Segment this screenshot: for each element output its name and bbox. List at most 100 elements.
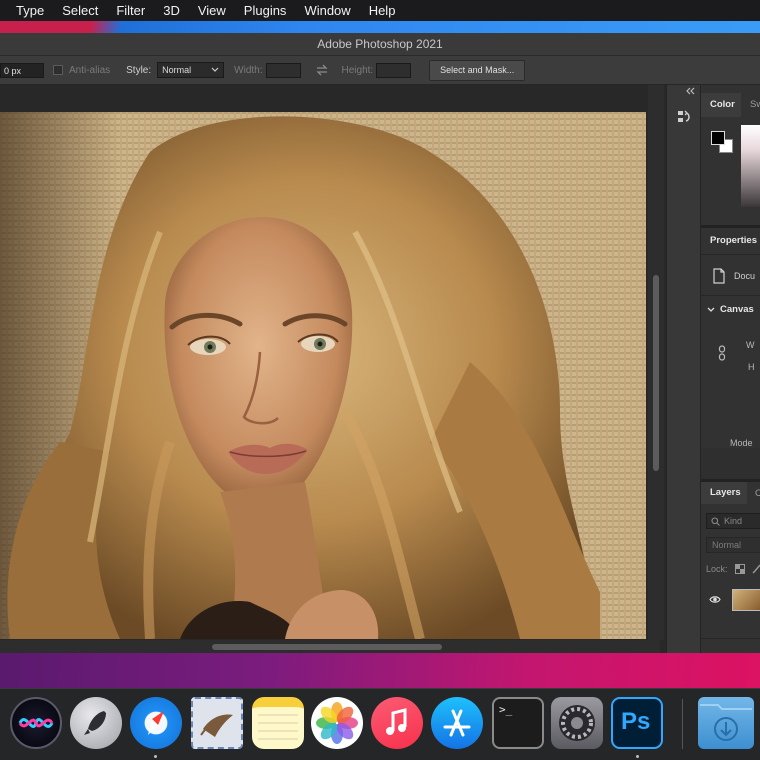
rocket-icon: [84, 711, 106, 735]
window-title: Adobe Photoshop 2021: [317, 37, 443, 51]
dock: >_ Ps: [0, 688, 760, 760]
anti-alias-checkbox[interactable]: [53, 65, 63, 75]
tab-channels[interactable]: C: [755, 488, 760, 499]
menu-window[interactable]: Window: [295, 0, 359, 21]
window-titlebar[interactable]: Adobe Photoshop 2021: [0, 33, 760, 56]
feather-input[interactable]: 0 px: [0, 62, 44, 78]
tab-properties[interactable]: Properties: [710, 235, 757, 246]
chevron-down-icon: [211, 67, 219, 72]
dock-mail[interactable]: [191, 697, 243, 749]
tab-color-label: Color: [710, 99, 735, 110]
dock-launchpad[interactable]: [70, 697, 122, 749]
dock-notes[interactable]: [252, 697, 304, 749]
right-panels: Color Sw Properties Docu Canvas W H Mode…: [700, 85, 760, 653]
canvas-width-label: W: [746, 340, 755, 350]
search-icon: [711, 517, 720, 526]
collapsed-panel-dock: [666, 85, 700, 653]
dock-system-preferences[interactable]: [551, 697, 603, 749]
download-arrow-icon: [700, 704, 752, 741]
tab-color[interactable]: Color: [701, 93, 741, 117]
menubar: Type Select Filter 3D View Plugins Windo…: [0, 0, 760, 21]
chevron-down-icon[interactable]: [707, 307, 715, 313]
dock-music[interactable]: [371, 697, 423, 749]
menu-filter[interactable]: Filter: [107, 0, 154, 21]
dock-photos[interactable]: [311, 697, 363, 749]
terminal-prompt-icon: >_: [499, 703, 513, 716]
mode-label: Mode: [730, 438, 753, 448]
menu-plugins[interactable]: Plugins: [235, 0, 296, 21]
tab-layers-label: Layers: [710, 487, 741, 498]
menu-3d[interactable]: 3D: [154, 0, 189, 21]
horizontal-scroll-thumb[interactable]: [212, 644, 442, 650]
dock-photoshop[interactable]: Ps: [611, 697, 663, 749]
document-canvas[interactable]: [0, 112, 646, 639]
canvas-height-label: H: [748, 362, 755, 372]
height-input[interactable]: [376, 62, 412, 78]
layer-thumbnail: [732, 589, 760, 611]
portrait-photo: [0, 112, 646, 639]
lock-brush-icon[interactable]: [752, 564, 760, 574]
layer-filter-input[interactable]: Kind: [706, 513, 760, 529]
style-select[interactable]: Normal: [157, 62, 225, 78]
link-icon[interactable]: [718, 345, 726, 361]
menu-type[interactable]: Type: [0, 0, 53, 21]
siri-icon: [18, 718, 54, 728]
screen: Type Select Filter 3D View Plugins Windo…: [0, 0, 760, 760]
lock-label: Lock:: [706, 564, 728, 574]
properties-panel: Properties Docu Canvas W H Mode: [701, 228, 760, 448]
tab-layers[interactable]: Layers: [701, 482, 747, 504]
foreground-color-swatch-top: [711, 131, 725, 145]
document-workarea: [0, 85, 666, 653]
stamp-bird-icon: [200, 714, 233, 737]
vertical-scroll-thumb[interactable]: [653, 275, 659, 471]
height-label: Height:: [341, 64, 374, 76]
photoshop-window: Adobe Photoshop 2021 0 px Anti-alias Sty…: [0, 33, 760, 653]
menu-help[interactable]: Help: [360, 0, 405, 21]
canvas-section-title[interactable]: Canvas: [720, 304, 754, 315]
dock-app-store[interactable]: [431, 697, 483, 749]
layer-filter-placeholder: Kind: [724, 516, 743, 526]
dock-terminal[interactable]: >_: [492, 697, 544, 749]
dock-safari[interactable]: [130, 697, 182, 749]
divider: [701, 254, 760, 255]
app-store-icon: [443, 709, 471, 737]
gear-icon: [559, 705, 595, 741]
color-panel: Color Sw: [701, 85, 760, 225]
history-icon[interactable]: [676, 109, 692, 125]
blend-mode-value: Normal: [712, 540, 742, 550]
notes-lines-icon: [258, 714, 298, 740]
menu-view[interactable]: View: [189, 0, 235, 21]
eye-icon[interactable]: [709, 595, 721, 604]
layer-row-background[interactable]: [701, 582, 760, 618]
music-note-icon: [386, 708, 407, 735]
menu-select[interactable]: Select: [53, 0, 107, 21]
dock-indicator-photoshop: [636, 755, 639, 758]
desktop-wallpaper-bottom: [0, 653, 760, 690]
options-bar: 0 px Anti-alias Style: Normal Width: Hei…: [0, 56, 760, 85]
dock-indicator: [35, 755, 38, 758]
color-picker-field[interactable]: [741, 125, 760, 207]
style-label: Style:: [126, 64, 152, 76]
dock-siri[interactable]: [10, 697, 62, 749]
horizontal-scrollbar[interactable]: [0, 640, 660, 653]
tab-swatches[interactable]: Sw: [750, 99, 760, 110]
vertical-scrollbar[interactable]: [648, 85, 664, 640]
select-and-mask-button[interactable]: Select and Mask...: [429, 59, 526, 81]
dock-downloads-folder[interactable]: [698, 697, 754, 749]
layers-panel: Layers C Kind Normal Lock:: [701, 482, 760, 653]
document-icon: [713, 268, 725, 284]
compass-icon: [148, 711, 164, 735]
style-select-value: Normal: [162, 65, 192, 75]
divider: [701, 295, 760, 296]
photoshop-logo-icon: Ps: [621, 708, 651, 735]
width-input[interactable]: [265, 62, 301, 78]
dock-indicator-safari: [154, 755, 157, 758]
lock-transparent-pixels-icon[interactable]: [735, 564, 745, 574]
anti-alias-label: Anti-alias: [69, 64, 111, 76]
width-label: Width:: [234, 64, 263, 76]
divider: [701, 638, 760, 639]
document-label: Docu: [734, 271, 756, 281]
blend-mode-select[interactable]: Normal: [706, 537, 760, 553]
swap-arrows-icon[interactable]: [315, 64, 329, 76]
collapse-arrows-icon[interactable]: [685, 87, 695, 95]
